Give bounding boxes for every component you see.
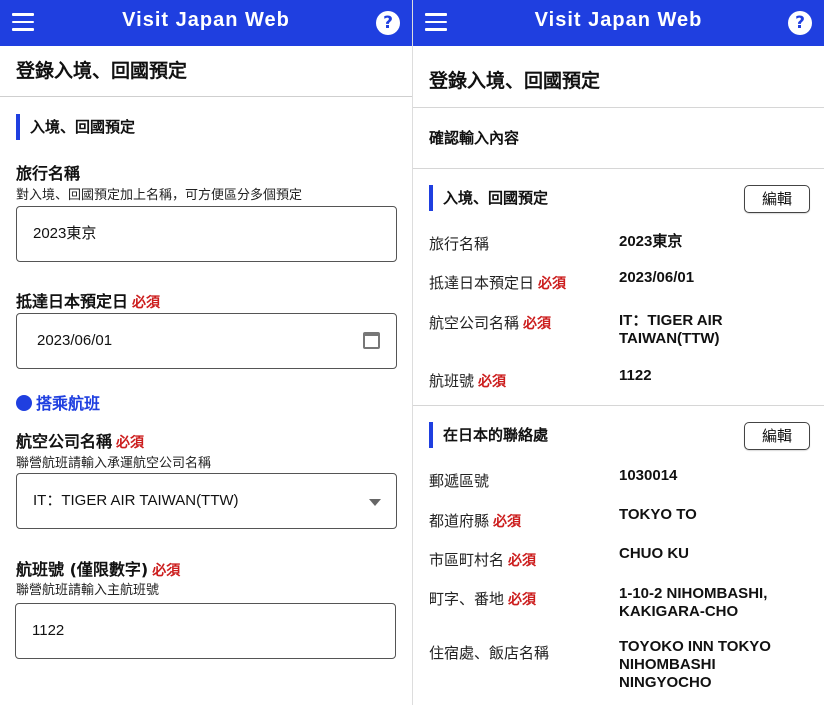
trip-name-input[interactable]: 2023東京: [16, 206, 397, 262]
section-title-contact: 在日本的聯絡處: [429, 422, 548, 448]
airline-value: IT：TIGER AIR TAIWAN(TTW): [33, 492, 239, 509]
confirm-title: 確認輸入內容: [429, 129, 520, 147]
divider: [413, 168, 824, 169]
app-header: Visit Japan Web ?: [0, 0, 412, 46]
page-title: 登錄入境、回國預定: [16, 60, 188, 82]
confirm-screen: Visit Japan Web ? 登錄入境、回國預定 確認輸入內容 入境、回國…: [412, 0, 824, 705]
row-label: 町字、番地 必須: [429, 590, 537, 608]
flight-section-title: 搭乘航班: [16, 390, 100, 414]
flight-no-label: 航班號 (僅限數字) 必須: [16, 560, 181, 579]
row-label: 住宿處、飯店名稱: [429, 644, 550, 662]
airline-select[interactable]: IT：TIGER AIR TAIWAN(TTW): [16, 473, 397, 529]
row-value: 2023/06/01: [619, 269, 695, 286]
section-title-entry: 入境、回國預定: [16, 114, 135, 140]
required-badge: 必須: [116, 435, 145, 451]
row-label: 航班號 必須: [429, 372, 507, 390]
required-badge: 必須: [478, 374, 507, 390]
airline-hint: 聯營航班請輸入承運航空公司名稱: [16, 456, 212, 471]
arrival-date-value: 2023/06/01: [37, 332, 113, 349]
arrival-date-label: 抵達日本預定日 必須: [16, 292, 161, 311]
required-badge: 必須: [508, 592, 537, 608]
flight-no-input[interactable]: 1122: [15, 603, 396, 659]
edit-entry-button[interactable]: 編輯: [744, 185, 810, 213]
row-value: TOYOKO INN TOKYO NIHOMBASHI NINGYOCHO: [619, 638, 771, 691]
flight-no-value: 1122: [32, 622, 65, 639]
row-label: 都道府縣 必須: [429, 512, 522, 530]
arrival-date-input[interactable]: 2023/06/01: [16, 313, 397, 369]
calendar-icon[interactable]: [363, 332, 380, 349]
row-value: IT：TIGER AIR TAIWAN(TTW): [619, 312, 723, 347]
row-label: 抵達日本預定日 必須: [429, 274, 567, 292]
row-value: TOKYO TO: [619, 506, 697, 523]
circle-icon: [16, 395, 32, 411]
trip-name-label: 旅行名稱: [16, 164, 81, 183]
trip-name-value: 2023東京: [33, 225, 97, 242]
required-badge: 必須: [152, 563, 181, 579]
edit-contact-button[interactable]: 編輯: [744, 422, 810, 450]
row-label: 旅行名稱: [429, 235, 490, 253]
divider: [413, 405, 824, 406]
help-icon[interactable]: ?: [376, 11, 400, 35]
row-value: CHUO KU: [619, 545, 689, 562]
required-badge: 必須: [132, 295, 161, 311]
row-value: 2023東京: [619, 233, 683, 250]
row-label: 郵遞區號: [429, 472, 490, 490]
flight-no-hint: 聯營航班請輸入主航班號: [16, 583, 160, 598]
row-value: 1-10-2 NIHOMBASHI, KAKIGARA-CHO: [619, 585, 768, 620]
section-title-entry: 入境、回國預定: [429, 185, 548, 211]
form-screen: Visit Japan Web ? 登錄入境、回國預定 入境、回國預定 旅行名稱…: [0, 0, 412, 705]
divider: [413, 107, 824, 108]
row-label: 市區町村名 必須: [429, 551, 537, 569]
row-label: 航空公司名稱 必須: [429, 314, 552, 332]
row-value: 1030014: [619, 467, 678, 484]
row-value: 1122: [619, 367, 652, 384]
required-badge: 必須: [493, 514, 522, 530]
app-title: Visit Japan Web: [534, 9, 703, 31]
required-badge: 必須: [538, 276, 567, 292]
dropdown-arrow-icon: [369, 499, 381, 506]
app-header: Visit Japan Web ?: [413, 0, 824, 46]
required-badge: 必須: [508, 553, 537, 569]
page-title: 登錄入境、回國預定: [429, 70, 601, 92]
airline-label: 航空公司名稱 必須: [16, 432, 145, 451]
divider: [0, 96, 412, 97]
help-icon[interactable]: ?: [788, 11, 812, 35]
required-badge: 必須: [523, 316, 552, 332]
trip-name-hint: 對入境、回國預定加上名稱，可方便區分多個預定: [16, 188, 303, 203]
app-title: Visit Japan Web: [122, 9, 290, 31]
